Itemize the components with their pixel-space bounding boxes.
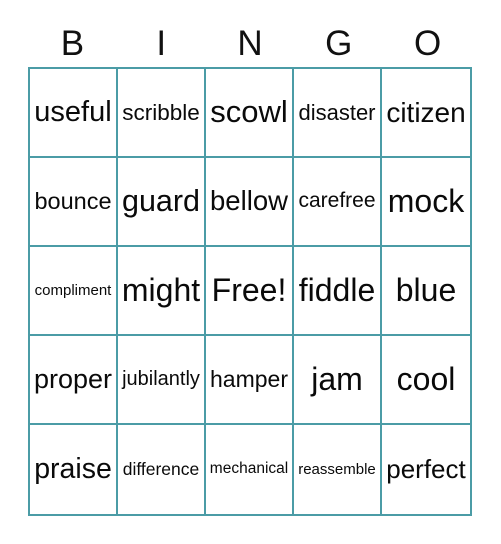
header-letter-i: I (156, 24, 167, 63)
bingo-cell-label: citizen (386, 96, 466, 128)
bingo-cell-label: scribble (122, 99, 200, 125)
bingo-cell[interactable]: scribble (118, 69, 206, 158)
bingo-cell[interactable]: scowl (206, 69, 294, 158)
bingo-cell-label: guard (121, 184, 200, 219)
bingo-cell[interactable]: cool (382, 336, 470, 425)
header-letter-g: G (325, 24, 353, 63)
bingo-cell-label: compliment (34, 281, 112, 299)
bingo-cell-label: jam (311, 360, 363, 397)
bingo-cell-label: Free! (211, 271, 287, 308)
bingo-card: B I N G O useful scribble scowl disaster… (0, 0, 501, 544)
bingo-cell-label: scowl (210, 94, 288, 130)
bingo-cell[interactable]: carefree (294, 158, 382, 247)
header-letter-o: O (413, 24, 442, 63)
bingo-cell-label: difference (122, 459, 200, 480)
bingo-cell[interactable]: mechanical (206, 425, 294, 514)
bingo-cell-label: bellow (210, 185, 288, 217)
bingo-cell-label: jubilantly (122, 368, 200, 390)
bingo-cell[interactable]: jubilantly (118, 336, 206, 425)
bingo-cell-label: cool (396, 360, 456, 397)
bingo-cell-label: carefree (298, 189, 376, 213)
bingo-cell-label: useful (34, 96, 112, 129)
bingo-cell-label: disaster (298, 99, 376, 125)
bingo-cell[interactable]: useful (30, 69, 118, 158)
bingo-cell-label: blue (395, 271, 457, 308)
bingo-cell[interactable]: disaster (294, 69, 382, 158)
bingo-cell-label: mechanical (209, 460, 289, 478)
bingo-header: B I N G O (28, 22, 472, 66)
bingo-cell-label: mock (387, 182, 465, 219)
bingo-cell[interactable]: reassemble (294, 425, 382, 514)
bingo-cell[interactable]: jam (294, 336, 382, 425)
bingo-cell[interactable]: proper (30, 336, 118, 425)
bingo-cell[interactable]: hamper (206, 336, 294, 425)
bingo-cell[interactable]: praise (30, 425, 118, 514)
bingo-cell-free[interactable]: Free! (206, 247, 294, 336)
bingo-cell[interactable]: guard (118, 158, 206, 247)
bingo-cell[interactable]: bounce (30, 158, 118, 247)
header-letter-n: N (237, 24, 263, 63)
bingo-cell[interactable]: fiddle (294, 247, 382, 336)
bingo-cell-label: bounce (34, 188, 112, 215)
bingo-cell-label: hamper (210, 366, 288, 393)
bingo-cell[interactable]: mock (382, 158, 470, 247)
bingo-cell[interactable]: might (118, 247, 206, 336)
bingo-cell-label: fiddle (298, 271, 376, 308)
bingo-cell[interactable]: bellow (206, 158, 294, 247)
bingo-cell-label: might (121, 271, 201, 308)
bingo-cell[interactable]: citizen (382, 69, 470, 158)
bingo-cell[interactable]: blue (382, 247, 470, 336)
bingo-cell[interactable]: perfect (382, 425, 470, 514)
bingo-cell[interactable]: difference (118, 425, 206, 514)
bingo-cell-label: reassemble (298, 460, 376, 478)
bingo-cell-label: praise (34, 452, 112, 485)
bingo-cell[interactable]: compliment (30, 247, 118, 336)
header-letter-b: B (60, 24, 85, 63)
bingo-grid: useful scribble scowl disaster citizen b… (28, 67, 472, 516)
bingo-cell-label: perfect (386, 453, 466, 484)
bingo-cell-label: proper (33, 364, 113, 395)
